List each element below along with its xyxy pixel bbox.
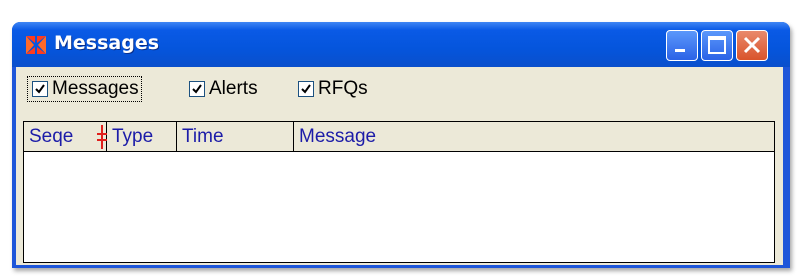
checkbox-box[interactable] <box>32 81 48 97</box>
checkmark-icon <box>35 84 45 94</box>
column-header-time[interactable]: Time <box>177 122 294 151</box>
table-body[interactable] <box>24 152 774 262</box>
messages-filter-checkbox[interactable]: Messages <box>27 76 142 102</box>
close-button[interactable] <box>736 30 768 61</box>
minimize-button[interactable] <box>666 30 698 61</box>
checkmark-icon <box>192 84 202 94</box>
messages-filter-label: Messages <box>52 78 139 99</box>
column-header-message[interactable]: Message <box>294 122 774 151</box>
alerts-filter-checkbox[interactable]: Alerts <box>185 77 258 101</box>
title-bar[interactable]: Messages <box>12 22 790 67</box>
column-resize-cursor-icon <box>97 125 107 149</box>
messages-table[interactable]: Seqe Type Time Message <box>23 121 775 263</box>
maximize-icon <box>708 36 726 54</box>
messages-window: Messages Messages Alerts RFQs Seqe Type … <box>12 22 790 268</box>
minimize-icon <box>675 49 685 52</box>
column-header-type[interactable]: Type <box>107 122 177 151</box>
close-icon <box>743 36 761 54</box>
alerts-filter-label: Alerts <box>209 78 258 99</box>
checkmark-icon <box>301 84 311 94</box>
rfqs-filter-checkbox[interactable]: RFQs <box>294 77 368 101</box>
filter-bar: Messages Alerts RFQs <box>16 67 783 111</box>
maximize-button[interactable] <box>701 30 733 61</box>
maltese-cross-icon <box>26 36 46 54</box>
window-client-area: Messages Alerts RFQs Seqe Type Time Mess… <box>16 67 783 265</box>
column-header-sequence[interactable]: Seqe <box>24 122 107 151</box>
checkbox-box[interactable] <box>298 81 314 97</box>
rfqs-filter-label: RFQs <box>318 78 368 99</box>
checkbox-box[interactable] <box>189 81 205 97</box>
window-title: Messages <box>54 32 160 54</box>
table-header: Seqe Type Time Message <box>24 122 774 152</box>
